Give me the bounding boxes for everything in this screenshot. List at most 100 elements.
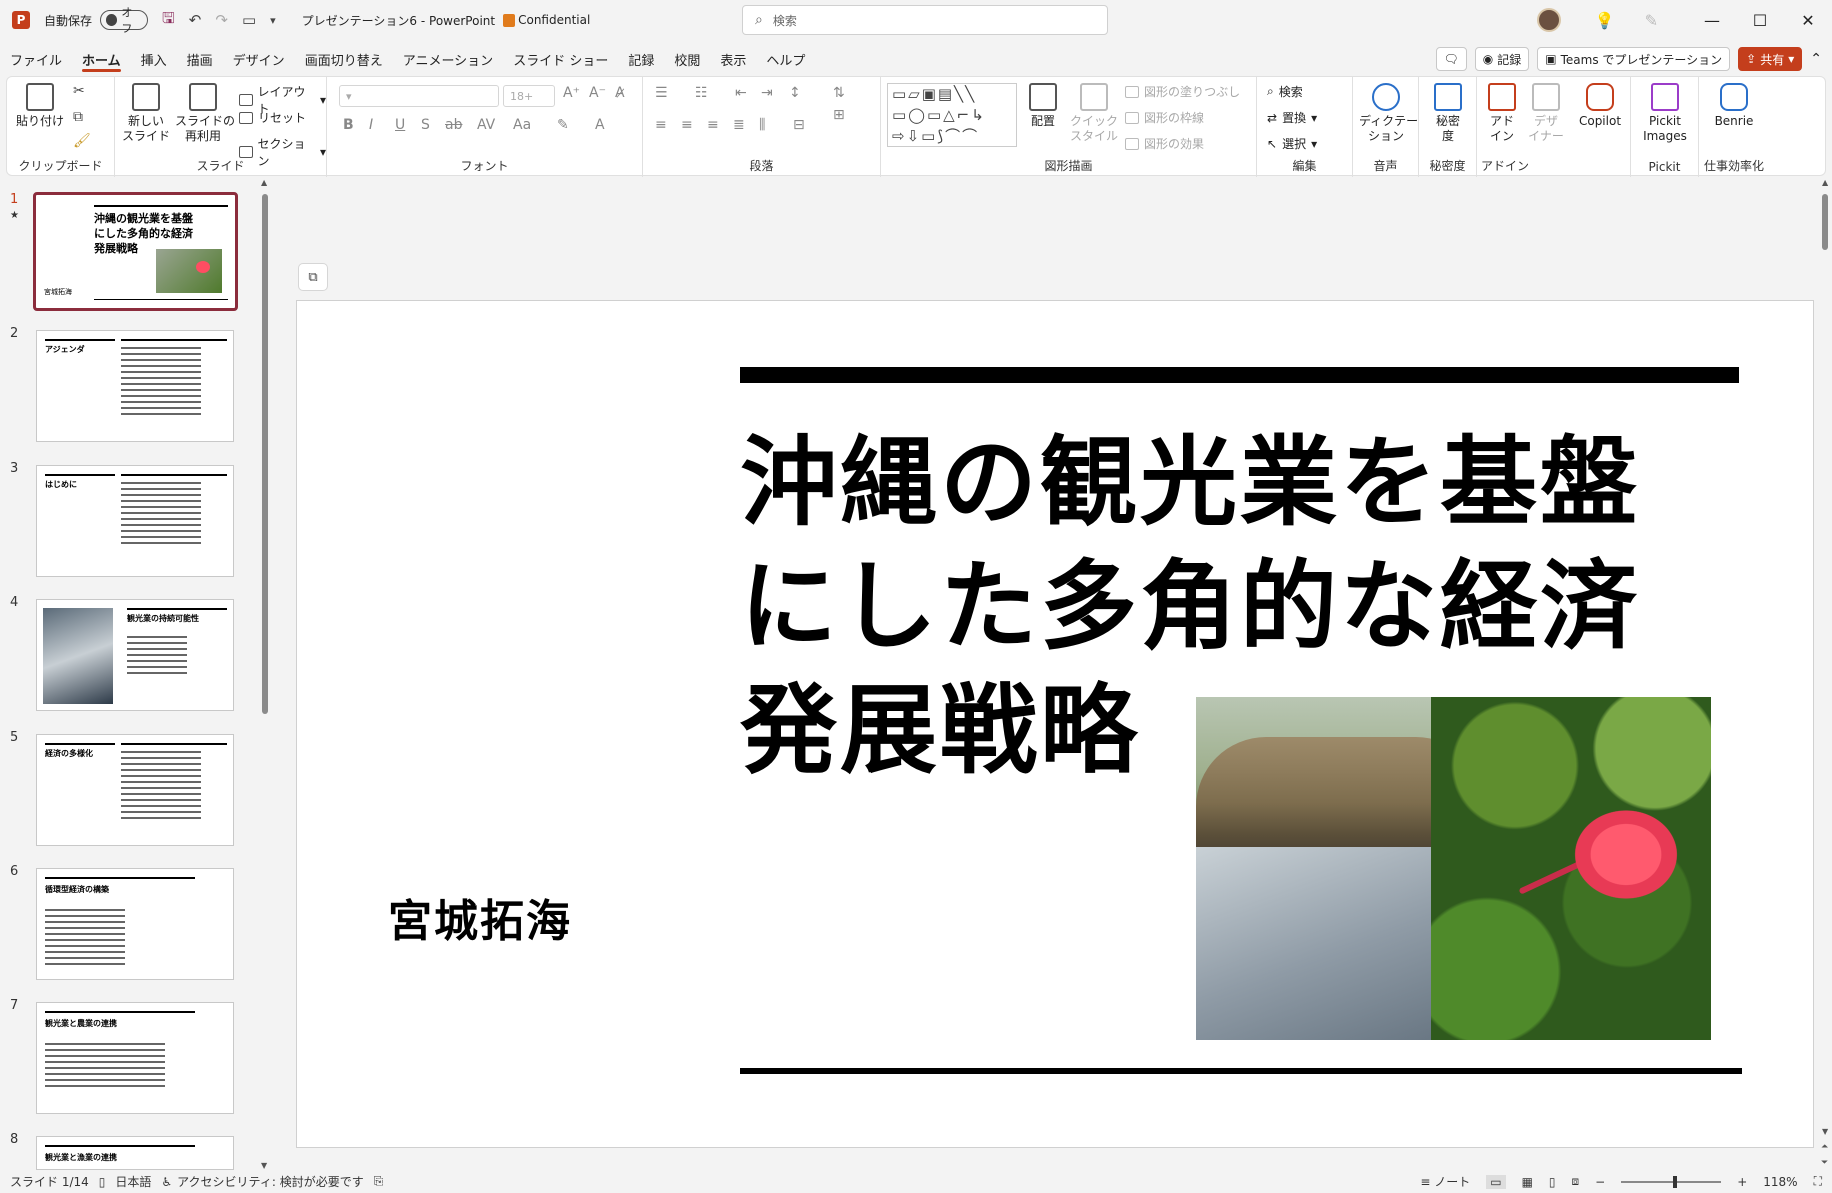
align-text-icon[interactable]: ⊟ — [793, 117, 805, 133]
align-center-icon[interactable]: ≡ — [681, 117, 693, 133]
select-button[interactable]: ↖ 選択 ▾ — [1267, 135, 1317, 152]
paste-button[interactable]: 貼り付け — [15, 83, 65, 129]
accessibility-check-icon[interactable]: ⎘ — [374, 1174, 384, 1189]
copilot-float-button[interactable]: ⧉ — [298, 263, 328, 291]
notes-status-icon[interactable]: ▯ — [99, 1175, 106, 1189]
slide-thumbnail-7[interactable]: 観光業と農業の連携 — [36, 1002, 234, 1114]
bold-icon[interactable]: B — [343, 117, 354, 133]
scroll-up-icon[interactable]: ▲ — [261, 178, 267, 187]
format-painter-icon[interactable]: 🖌 — [73, 133, 91, 149]
teams-present-button[interactable]: ▣ Teams でプレゼンテーション — [1537, 47, 1731, 71]
main-slide[interactable]: 沖縄の観光業を基盤 にした多角的な経済 発展戦略 宮城拓海 — [296, 300, 1814, 1148]
grow-font-icon[interactable]: A⁺ — [563, 85, 580, 101]
language-status[interactable]: 日本語 — [115, 1173, 151, 1190]
align-right-icon[interactable]: ≡ — [707, 117, 719, 133]
smartart-icon[interactable]: ⊞ — [833, 107, 845, 123]
next-slide-icon[interactable]: ⏷ — [1821, 1158, 1828, 1168]
italic-icon[interactable]: I — [369, 117, 373, 133]
sensitivity-badge[interactable]: Confidential — [503, 13, 590, 27]
share-button[interactable]: ⇪ 共有 ▾ — [1738, 47, 1803, 71]
bullets-icon[interactable]: ☰ — [655, 85, 668, 101]
tab-draw[interactable]: 描画 — [177, 44, 223, 74]
tab-review[interactable]: 校閲 — [664, 44, 710, 74]
reading-view-icon[interactable]: ▯ — [1549, 1175, 1556, 1189]
reset-button[interactable]: リセット — [239, 109, 306, 126]
pen-icon[interactable]: ✎ — [1645, 11, 1658, 30]
save-icon[interactable]: 🖫 — [162, 8, 175, 33]
font-name-box[interactable]: ▾ — [339, 85, 499, 107]
shape-outline-button[interactable]: 図形の枠線 — [1125, 109, 1204, 126]
tab-home[interactable]: ホーム — [72, 44, 131, 74]
scrollbar-thumb[interactable] — [262, 194, 268, 714]
decrease-indent-icon[interactable]: ⇤ — [735, 85, 747, 101]
underline-icon[interactable]: U — [395, 117, 405, 133]
line-spacing-icon[interactable]: ↕ — [789, 85, 801, 101]
pickit-images-button[interactable]: Pickit Images — [1635, 83, 1695, 144]
slide-thumbnail-8[interactable]: 観光業と漁業の連携 — [36, 1136, 234, 1170]
char-spacing-icon[interactable]: AV — [477, 117, 495, 133]
slide-thumbnail-2[interactable]: アジェンダ — [36, 330, 234, 442]
dictate-button[interactable]: ディクテー ション — [1359, 83, 1418, 144]
highlight-icon[interactable]: ✎ — [557, 117, 569, 133]
lightbulb-icon[interactable]: 💡 — [1595, 11, 1615, 30]
shape-effects-button[interactable]: 図形の効果 — [1125, 135, 1204, 152]
zoom-in-icon[interactable]: + — [1737, 1175, 1747, 1189]
maximize-button[interactable]: ☐ — [1736, 11, 1784, 30]
designer-button[interactable]: デザ イナー — [1525, 83, 1567, 144]
numbering-icon[interactable]: ☷ — [695, 85, 708, 101]
addins-button[interactable]: アド イン — [1481, 83, 1523, 144]
tab-animations[interactable]: アニメーション — [393, 44, 503, 74]
slide-author[interactable]: 宮城拓海 — [388, 885, 572, 949]
search-input[interactable]: ⌕ 検索 — [742, 5, 1108, 35]
shapes-gallery[interactable]: ▭▱▣▤╲╲ ▭◯▭△⌐↳ ⇨⇩▭⟆⌒⌒ — [887, 83, 1017, 147]
minimize-button[interactable]: — — [1688, 11, 1736, 30]
thumbnail-scrollbar[interactable]: ▲ ▼ — [260, 178, 270, 1170]
new-slide-button[interactable]: 新しい スライド — [121, 83, 171, 144]
normal-view-icon[interactable]: ▭ — [1486, 1174, 1506, 1189]
replace-button[interactable]: ⇄ 置換 ▾ — [1267, 109, 1317, 126]
scroll-up-icon[interactable]: ▲ — [1822, 178, 1828, 187]
tab-transitions[interactable]: 画面切り替え — [295, 44, 393, 74]
find-button[interactable]: ⌕ 検索 — [1267, 83, 1303, 100]
accessibility-status[interactable]: ♿ アクセシビリティ: 検討が必要です — [161, 1173, 363, 1190]
shrink-font-icon[interactable]: A⁻ — [589, 85, 606, 101]
tab-view[interactable]: 表示 — [710, 44, 756, 74]
slide-thumbnail-1[interactable]: 沖縄の観光業を基盤 にした多角的な経済 発展戦略 宮城拓海 — [33, 192, 238, 311]
tab-record[interactable]: 記録 — [618, 44, 664, 74]
notes-button[interactable]: ≡ ノート — [1420, 1173, 1470, 1190]
reuse-slides-button[interactable]: スライドの 再利用 — [175, 83, 235, 144]
zoom-level[interactable]: 118% — [1763, 1175, 1797, 1189]
justify-icon[interactable]: ≣ — [733, 117, 745, 133]
benrie-button[interactable]: Benrie — [1705, 83, 1763, 129]
close-button[interactable]: ✕ — [1784, 11, 1832, 30]
copilot-button[interactable]: Copilot — [1573, 83, 1627, 129]
slide-thumbnail-6[interactable]: 循環型経済の構築 — [36, 868, 234, 980]
shadow-icon[interactable]: S — [421, 117, 430, 133]
tab-help[interactable]: ヘルプ — [756, 44, 815, 74]
sensitivity-button[interactable]: 秘密 度 — [1425, 83, 1471, 144]
strikethrough-icon[interactable]: ab — [445, 117, 462, 133]
quick-styles-button[interactable]: クイック スタイル — [1069, 83, 1119, 144]
slide-thumbnail-3[interactable]: はじめに — [36, 465, 234, 577]
slide-sorter-icon[interactable]: ▦ — [1522, 1175, 1533, 1189]
cut-icon[interactable]: ✂ — [73, 83, 85, 99]
avatar[interactable] — [1536, 8, 1561, 32]
autosave-toggle[interactable]: オフ — [100, 6, 149, 35]
hibiscus-photo[interactable] — [1196, 697, 1711, 1040]
scroll-down-icon[interactable]: ▼ — [261, 1161, 267, 1170]
prev-slide-icon[interactable]: ⏶ — [1821, 1142, 1828, 1152]
clear-format-icon[interactable]: A̷ — [615, 85, 625, 101]
customize-qat-icon[interactable]: ▾ — [270, 14, 276, 27]
comments-button[interactable]: 🗨 — [1435, 47, 1467, 71]
redo-icon[interactable]: ↷ — [215, 11, 228, 29]
shape-fill-button[interactable]: 図形の塗りつぶし — [1125, 83, 1240, 100]
editor-scrollbar[interactable]: ▲ ▼ ⏶ ⏷ — [1820, 178, 1832, 1170]
undo-icon[interactable]: ↶ — [189, 11, 202, 29]
font-color-icon[interactable]: A — [595, 117, 605, 133]
scrollbar-thumb[interactable] — [1822, 194, 1828, 250]
scroll-down-icon[interactable]: ▼ — [1822, 1127, 1828, 1136]
slideshow-icon[interactable]: ⧈ — [1572, 1174, 1580, 1189]
tab-slideshow[interactable]: スライド ショー — [503, 44, 618, 74]
increase-indent-icon[interactable]: ⇥ — [761, 85, 773, 101]
fit-slide-icon[interactable]: ⛶ — [1814, 1174, 1822, 1189]
